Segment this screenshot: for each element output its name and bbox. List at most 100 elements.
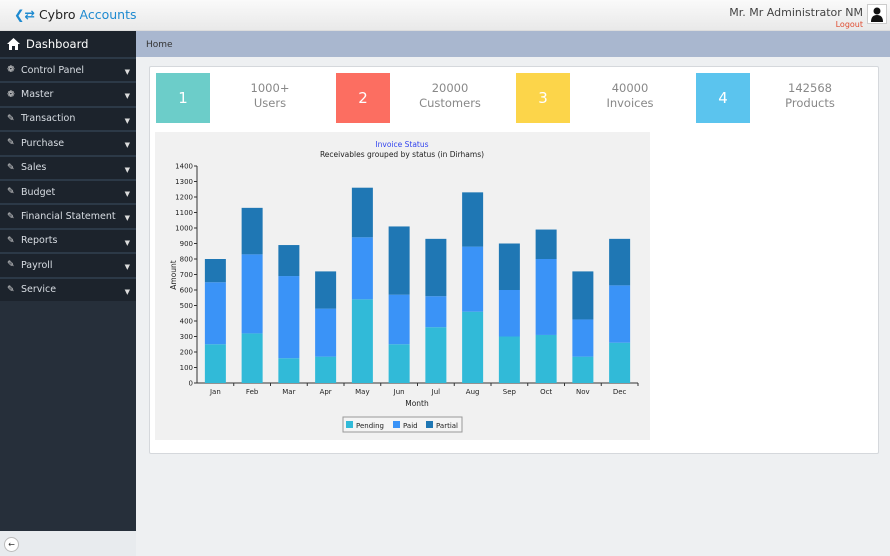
y-tick-label: 200: [180, 349, 193, 357]
chart-subtitle: Receivables grouped by status (in Dirham…: [320, 150, 484, 159]
stat-value: 142568: [788, 81, 832, 95]
y-tick-label: 400: [180, 318, 193, 326]
bar-partial-jun[interactable]: [388, 226, 410, 295]
cogs-icon: ❁: [7, 65, 15, 76]
bar-pending-jul[interactable]: [425, 327, 447, 383]
bar-partial-apr[interactable]: [315, 271, 337, 309]
sidebar-item-budget[interactable]: ✎ Budget ▼: [0, 178, 136, 204]
bar-paid-feb[interactable]: [241, 254, 263, 334]
sidebar-item-label: Service: [21, 284, 57, 296]
chart-legend: Pending Paid Partial: [342, 416, 463, 433]
bar-paid-jan[interactable]: [204, 282, 226, 345]
user-name: Mr. Mr Administrator NM: [729, 6, 863, 19]
stat-value: 20000: [431, 81, 469, 95]
stat-label: Users: [253, 96, 287, 110]
y-tick-label: 100: [180, 364, 193, 372]
sidebar-item-label: Financial Statement: [21, 211, 116, 223]
sidebar-item-reports[interactable]: ✎ Reports ▼: [0, 227, 136, 253]
user-icon: [871, 7, 883, 22]
bar-pending-aug[interactable]: [462, 311, 484, 383]
avatar[interactable]: [867, 4, 887, 24]
stat-number: 4: [696, 73, 750, 123]
sidebar-item-label: Sales: [21, 162, 47, 174]
x-tick-label: Oct: [540, 388, 552, 396]
sidebar-footer: ←: [0, 531, 136, 556]
bar-partial-nov[interactable]: [572, 271, 594, 320]
bar-partial-jan[interactable]: [204, 259, 226, 283]
bar-paid-aug[interactable]: [462, 246, 484, 312]
bar-paid-apr[interactable]: [315, 308, 337, 357]
chart-title: Invoice Status: [375, 140, 428, 149]
sidebar-toggle-button[interactable]: ←: [4, 537, 19, 552]
sidebar-item-purchase[interactable]: ✎ Purchase ▼: [0, 130, 136, 155]
bar-paid-may[interactable]: [351, 237, 373, 300]
x-tick-label: Sep: [503, 388, 517, 396]
bar-partial-jul[interactable]: [425, 238, 447, 297]
invoice-status-chart: Invoice Status Receivables grouped by st…: [155, 132, 650, 440]
sidebar-item-label: Payroll: [21, 259, 53, 271]
bar-partial-dec[interactable]: [609, 238, 631, 286]
breadcrumb[interactable]: Home: [136, 31, 890, 57]
legend-label: Pending: [356, 422, 384, 430]
bar-pending-may[interactable]: [351, 299, 373, 383]
chevron-down-icon: ▼: [124, 141, 130, 150]
legend-swatch-pending: [346, 421, 353, 428]
sidebar-item-transaction[interactable]: ✎ Transaction ▼: [0, 105, 136, 131]
logout-link[interactable]: Logout: [836, 20, 863, 29]
bar-partial-may[interactable]: [351, 187, 373, 238]
edit-icon: ✎: [7, 113, 15, 124]
bar-pending-apr[interactable]: [315, 356, 337, 383]
legend-swatch-partial: [426, 421, 433, 428]
bar-paid-jun[interactable]: [388, 294, 410, 345]
x-tick-label: Nov: [576, 388, 590, 396]
sidebar-item-service[interactable]: ✎ Service ▼: [0, 276, 136, 301]
chevron-down-icon: ▼: [124, 165, 130, 174]
brand-prefix: Cybro: [38, 7, 76, 22]
bar-paid-sep[interactable]: [498, 290, 520, 337]
x-tick-label: Feb: [246, 388, 259, 396]
bar-pending-sep[interactable]: [498, 336, 520, 384]
legend-swatch-paid: [393, 421, 400, 428]
bar-paid-nov[interactable]: [572, 319, 594, 357]
edit-icon: ✎: [7, 187, 15, 198]
bar-paid-jul[interactable]: [425, 296, 447, 328]
logo-icon: ❮⇄: [14, 7, 35, 22]
bar-pending-nov[interactable]: [572, 356, 594, 383]
y-tick-label: 500: [180, 302, 193, 310]
x-tick-label: Aug: [466, 388, 480, 396]
sidebar-item-label: Dashboard: [26, 37, 89, 51]
stat-number: 2: [336, 73, 390, 123]
bar-paid-mar[interactable]: [278, 276, 300, 359]
y-tick-label: 700: [180, 271, 193, 279]
sidebar: Dashboard ❁ Control Panel ▼ ❁ Master ▼ ✎ Transa…: [0, 31, 136, 531]
x-tick-label: Jul: [431, 388, 441, 396]
logo[interactable]: ❮⇄ Cybro Accounts: [14, 7, 137, 22]
bar-pending-jan[interactable]: [204, 344, 226, 383]
bar-partial-feb[interactable]: [241, 207, 263, 255]
sidebar-item-control-panel[interactable]: ❁ Control Panel ▼: [0, 57, 136, 82]
bar-partial-mar[interactable]: [278, 245, 300, 277]
top-header: ❮⇄ Cybro Accounts Mr. Mr Administrator N…: [0, 0, 890, 31]
bar-pending-dec[interactable]: [609, 342, 631, 383]
sidebar-item-label: Budget: [21, 186, 56, 198]
bar-partial-sep[interactable]: [498, 243, 520, 291]
y-tick-label: 1400: [175, 163, 193, 171]
stat-text: 142568 Products: [760, 81, 860, 111]
sidebar-item-financial-statement[interactable]: ✎ Financial Statement ▼: [0, 203, 136, 228]
sidebar-item-master[interactable]: ❁ Master ▼: [0, 81, 136, 106]
bar-partial-aug[interactable]: [462, 192, 484, 247]
bar-pending-feb[interactable]: [241, 333, 263, 383]
sidebar-item-sales[interactable]: ✎ Sales ▼: [0, 154, 136, 179]
bar-pending-jun[interactable]: [388, 344, 410, 383]
bar-pending-mar[interactable]: [278, 358, 300, 383]
sidebar-item-dashboard[interactable]: Dashboard: [0, 31, 136, 57]
edit-icon: ✎: [7, 138, 15, 149]
y-axis-label: Amount: [169, 260, 178, 290]
bar-paid-dec[interactable]: [609, 285, 631, 343]
y-tick-label: 300: [180, 333, 193, 341]
bar-paid-oct[interactable]: [535, 259, 557, 335]
sidebar-item-payroll[interactable]: ✎ Payroll ▼: [0, 252, 136, 277]
bar-pending-oct[interactable]: [535, 334, 557, 383]
bar-partial-oct[interactable]: [535, 229, 557, 259]
x-tick-label: Jan: [209, 388, 221, 396]
